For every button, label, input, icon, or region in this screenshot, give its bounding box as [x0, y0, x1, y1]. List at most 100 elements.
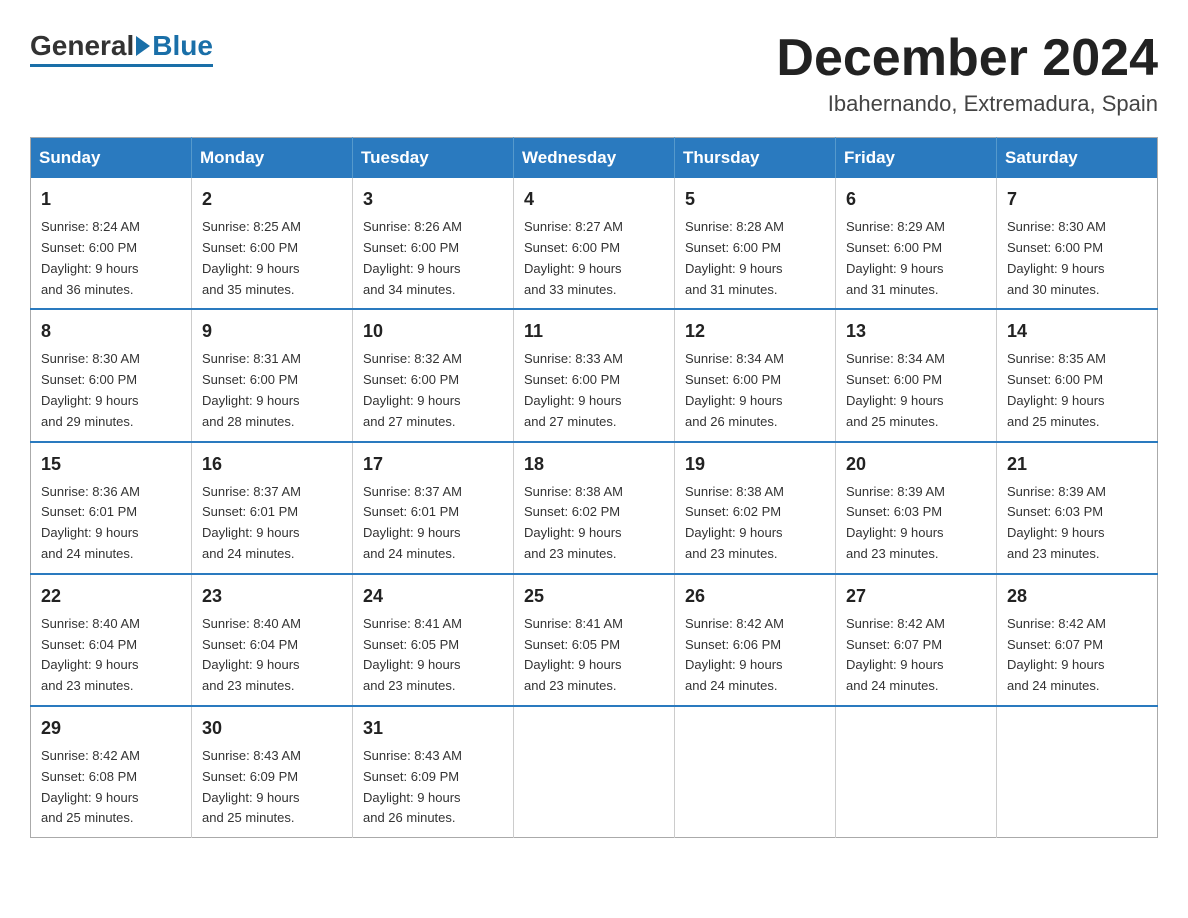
day-info: Sunrise: 8:42 AMSunset: 6:08 PMDaylight:…	[41, 748, 140, 825]
calendar-cell: 16 Sunrise: 8:37 AMSunset: 6:01 PMDayligh…	[192, 442, 353, 574]
page-header: General Blue December 2024 Ibahernando, …	[30, 30, 1158, 117]
day-number: 6	[846, 186, 986, 213]
logo-arrow-icon	[136, 36, 150, 56]
day-number: 5	[685, 186, 825, 213]
weekday-header-monday: Monday	[192, 138, 353, 179]
weekday-header-tuesday: Tuesday	[353, 138, 514, 179]
day-number: 23	[202, 583, 342, 610]
calendar-cell: 17 Sunrise: 8:37 AMSunset: 6:01 PMDayligh…	[353, 442, 514, 574]
day-number: 22	[41, 583, 181, 610]
logo-blue-text: Blue	[152, 30, 213, 62]
weekday-header-saturday: Saturday	[997, 138, 1158, 179]
day-number: 31	[363, 715, 503, 742]
day-number: 13	[846, 318, 986, 345]
day-info: Sunrise: 8:34 AMSunset: 6:00 PMDaylight:…	[846, 351, 945, 428]
calendar-cell: 7Sunrise: 8:30 AMSunset: 6:00 PMDaylight…	[997, 178, 1158, 309]
day-info: Sunrise: 8:41 AMSunset: 6:05 PMDaylight:…	[524, 616, 623, 693]
calendar-cell	[514, 706, 675, 838]
calendar-cell: 22 Sunrise: 8:40 AMSunset: 6:04 PMDayligh…	[31, 574, 192, 706]
day-number: 9	[202, 318, 342, 345]
calendar-cell: 31 Sunrise: 8:43 AMSunset: 6:09 PMDayligh…	[353, 706, 514, 838]
day-number: 17	[363, 451, 503, 478]
day-number: 24	[363, 583, 503, 610]
calendar-week-row: 29Sunrise: 8:42 AMSunset: 6:08 PMDayligh…	[31, 706, 1158, 838]
calendar-cell: 6 Sunrise: 8:29 AMSunset: 6:00 PMDaylight…	[836, 178, 997, 309]
day-info: Sunrise: 8:30 AMSunset: 6:00 PMDaylight:…	[1007, 219, 1106, 296]
location-title: Ibahernando, Extremadura, Spain	[776, 91, 1158, 117]
day-number: 30	[202, 715, 342, 742]
month-title: December 2024	[776, 30, 1158, 87]
day-info: Sunrise: 8:43 AMSunset: 6:09 PMDaylight:…	[202, 748, 301, 825]
calendar-cell: 13 Sunrise: 8:34 AMSunset: 6:00 PMDayligh…	[836, 309, 997, 441]
logo: General Blue	[30, 30, 213, 67]
day-number: 3	[363, 186, 503, 213]
calendar-cell: 9Sunrise: 8:31 AMSunset: 6:00 PMDaylight…	[192, 309, 353, 441]
day-number: 28	[1007, 583, 1147, 610]
day-number: 16	[202, 451, 342, 478]
day-info: Sunrise: 8:32 AMSunset: 6:00 PMDaylight:…	[363, 351, 462, 428]
calendar-cell: 4Sunrise: 8:27 AMSunset: 6:00 PMDaylight…	[514, 178, 675, 309]
day-number: 1	[41, 186, 181, 213]
calendar-week-row: 22 Sunrise: 8:40 AMSunset: 6:04 PMDayligh…	[31, 574, 1158, 706]
day-number: 11	[524, 318, 664, 345]
day-info: Sunrise: 8:41 AMSunset: 6:05 PMDaylight:…	[363, 616, 462, 693]
calendar-cell: 14 Sunrise: 8:35 AMSunset: 6:00 PMDayligh…	[997, 309, 1158, 441]
calendar-cell: 27Sunrise: 8:42 AMSunset: 6:07 PMDayligh…	[836, 574, 997, 706]
day-info: Sunrise: 8:42 AMSunset: 6:07 PMDaylight:…	[1007, 616, 1106, 693]
day-info: Sunrise: 8:25 AMSunset: 6:00 PMDaylight:…	[202, 219, 301, 296]
day-number: 12	[685, 318, 825, 345]
logo-general-text: General	[30, 30, 134, 62]
day-info: Sunrise: 8:36 AMSunset: 6:01 PMDaylight:…	[41, 484, 140, 561]
calendar-week-row: 1 Sunrise: 8:24 AMSunset: 6:00 PMDaylight…	[31, 178, 1158, 309]
calendar-cell: 20Sunrise: 8:39 AMSunset: 6:03 PMDayligh…	[836, 442, 997, 574]
day-info: Sunrise: 8:37 AMSunset: 6:01 PMDaylight:…	[363, 484, 462, 561]
day-info: Sunrise: 8:38 AMSunset: 6:02 PMDaylight:…	[685, 484, 784, 561]
calendar-cell: 3 Sunrise: 8:26 AMSunset: 6:00 PMDaylight…	[353, 178, 514, 309]
calendar-cell: 5 Sunrise: 8:28 AMSunset: 6:00 PMDaylight…	[675, 178, 836, 309]
calendar-table: SundayMondayTuesdayWednesdayThursdayFrid…	[30, 137, 1158, 838]
day-info: Sunrise: 8:29 AMSunset: 6:00 PMDaylight:…	[846, 219, 945, 296]
calendar-week-row: 15Sunrise: 8:36 AMSunset: 6:01 PMDayligh…	[31, 442, 1158, 574]
day-number: 4	[524, 186, 664, 213]
day-info: Sunrise: 8:38 AMSunset: 6:02 PMDaylight:…	[524, 484, 623, 561]
day-info: Sunrise: 8:37 AMSunset: 6:01 PMDaylight:…	[202, 484, 301, 561]
calendar-cell: 29Sunrise: 8:42 AMSunset: 6:08 PMDayligh…	[31, 706, 192, 838]
calendar-cell: 10 Sunrise: 8:32 AMSunset: 6:00 PMDayligh…	[353, 309, 514, 441]
calendar-cell: 1 Sunrise: 8:24 AMSunset: 6:00 PMDaylight…	[31, 178, 192, 309]
day-info: Sunrise: 8:34 AMSunset: 6:00 PMDaylight:…	[685, 351, 784, 428]
day-info: Sunrise: 8:42 AMSunset: 6:07 PMDaylight:…	[846, 616, 945, 693]
calendar-week-row: 8 Sunrise: 8:30 AMSunset: 6:00 PMDaylight…	[31, 309, 1158, 441]
day-number: 8	[41, 318, 181, 345]
day-number: 2	[202, 186, 342, 213]
calendar-cell: 18Sunrise: 8:38 AMSunset: 6:02 PMDayligh…	[514, 442, 675, 574]
calendar-cell: 25 Sunrise: 8:41 AMSunset: 6:05 PMDayligh…	[514, 574, 675, 706]
day-number: 10	[363, 318, 503, 345]
day-info: Sunrise: 8:35 AMSunset: 6:00 PMDaylight:…	[1007, 351, 1106, 428]
calendar-cell: 12 Sunrise: 8:34 AMSunset: 6:00 PMDayligh…	[675, 309, 836, 441]
calendar-cell: 11 Sunrise: 8:33 AMSunset: 6:00 PMDayligh…	[514, 309, 675, 441]
day-number: 14	[1007, 318, 1147, 345]
day-info: Sunrise: 8:39 AMSunset: 6:03 PMDaylight:…	[1007, 484, 1106, 561]
calendar-cell	[997, 706, 1158, 838]
day-info: Sunrise: 8:42 AMSunset: 6:06 PMDaylight:…	[685, 616, 784, 693]
weekday-header-sunday: Sunday	[31, 138, 192, 179]
weekday-header-friday: Friday	[836, 138, 997, 179]
day-info: Sunrise: 8:28 AMSunset: 6:00 PMDaylight:…	[685, 219, 784, 296]
day-info: Sunrise: 8:24 AMSunset: 6:00 PMDaylight:…	[41, 219, 140, 296]
day-number: 26	[685, 583, 825, 610]
day-info: Sunrise: 8:26 AMSunset: 6:00 PMDaylight:…	[363, 219, 462, 296]
day-number: 19	[685, 451, 825, 478]
calendar-cell: 23Sunrise: 8:40 AMSunset: 6:04 PMDayligh…	[192, 574, 353, 706]
calendar-header-row: SundayMondayTuesdayWednesdayThursdayFrid…	[31, 138, 1158, 179]
weekday-header-wednesday: Wednesday	[514, 138, 675, 179]
day-info: Sunrise: 8:30 AMSunset: 6:00 PMDaylight:…	[41, 351, 140, 428]
day-number: 25	[524, 583, 664, 610]
title-block: December 2024 Ibahernando, Extremadura, …	[776, 30, 1158, 117]
day-info: Sunrise: 8:43 AMSunset: 6:09 PMDaylight:…	[363, 748, 462, 825]
day-info: Sunrise: 8:40 AMSunset: 6:04 PMDaylight:…	[41, 616, 140, 693]
calendar-cell: 26 Sunrise: 8:42 AMSunset: 6:06 PMDayligh…	[675, 574, 836, 706]
weekday-header-thursday: Thursday	[675, 138, 836, 179]
day-info: Sunrise: 8:33 AMSunset: 6:00 PMDaylight:…	[524, 351, 623, 428]
calendar-cell: 2 Sunrise: 8:25 AMSunset: 6:00 PMDaylight…	[192, 178, 353, 309]
calendar-cell: 8 Sunrise: 8:30 AMSunset: 6:00 PMDaylight…	[31, 309, 192, 441]
